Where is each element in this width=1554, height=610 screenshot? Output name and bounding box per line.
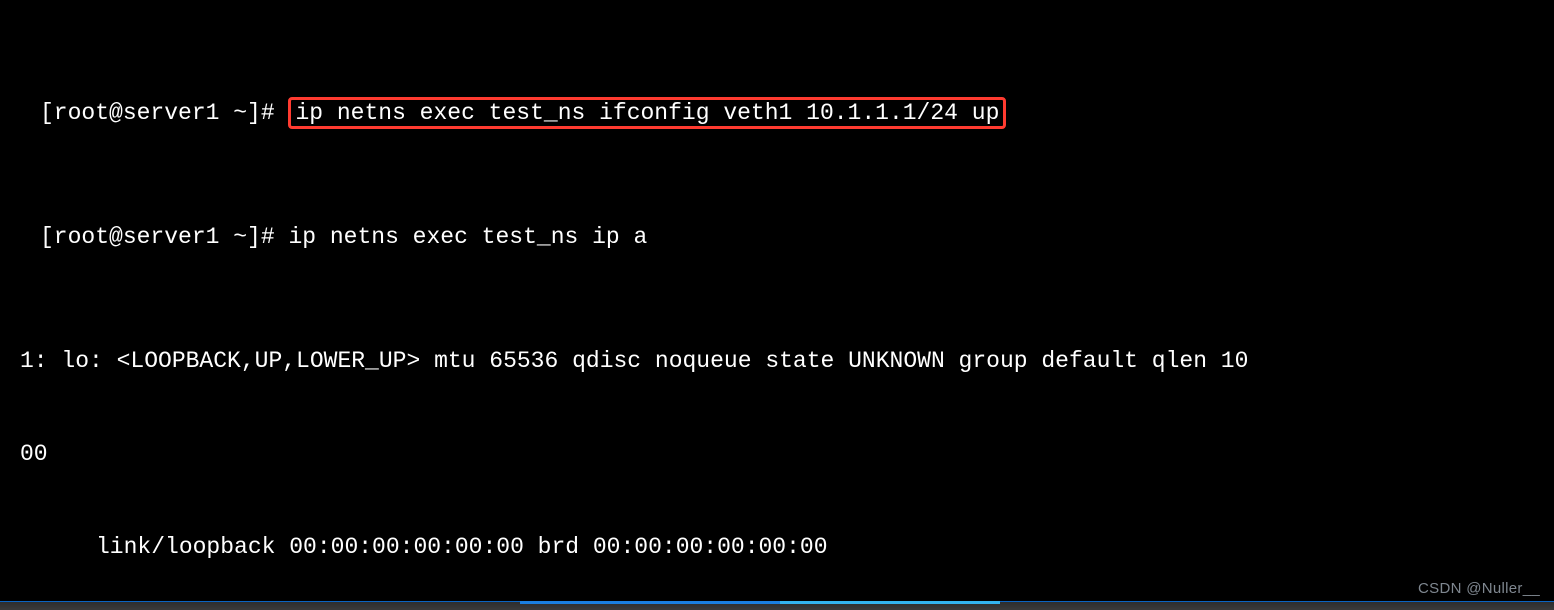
terminal-output[interactable]: [root@server1 ~]# ip netns exec test_ns … bbox=[0, 0, 1554, 610]
prompt-line-1: [root@server1 ~]# ip netns exec test_ns … bbox=[0, 97, 1554, 129]
output-lo-header-cont: 00 bbox=[0, 439, 1554, 470]
prompt: [root@server1 ~]# bbox=[40, 224, 288, 250]
taskbar[interactable] bbox=[0, 601, 1554, 610]
watermark: CSDN @Nuller__ bbox=[1418, 573, 1540, 604]
prompt-line-2: [root@server1 ~]# ip netns exec test_ns … bbox=[0, 222, 1554, 253]
taskbar-accent-2 bbox=[780, 601, 1000, 604]
output-lo-header: 1: lo: <LOOPBACK,UP,LOWER_UP> mtu 65536 … bbox=[0, 346, 1554, 377]
taskbar-accent-1 bbox=[520, 601, 780, 604]
output-lo-link: link/loopback 00:00:00:00:00:00 brd 00:0… bbox=[0, 532, 1554, 563]
prompt: [root@server1 ~]# bbox=[40, 100, 288, 126]
highlighted-command-1: ip netns exec test_ns ifconfig veth1 10.… bbox=[288, 97, 1006, 129]
command-2: ip netns exec test_ns ip a bbox=[288, 224, 647, 250]
